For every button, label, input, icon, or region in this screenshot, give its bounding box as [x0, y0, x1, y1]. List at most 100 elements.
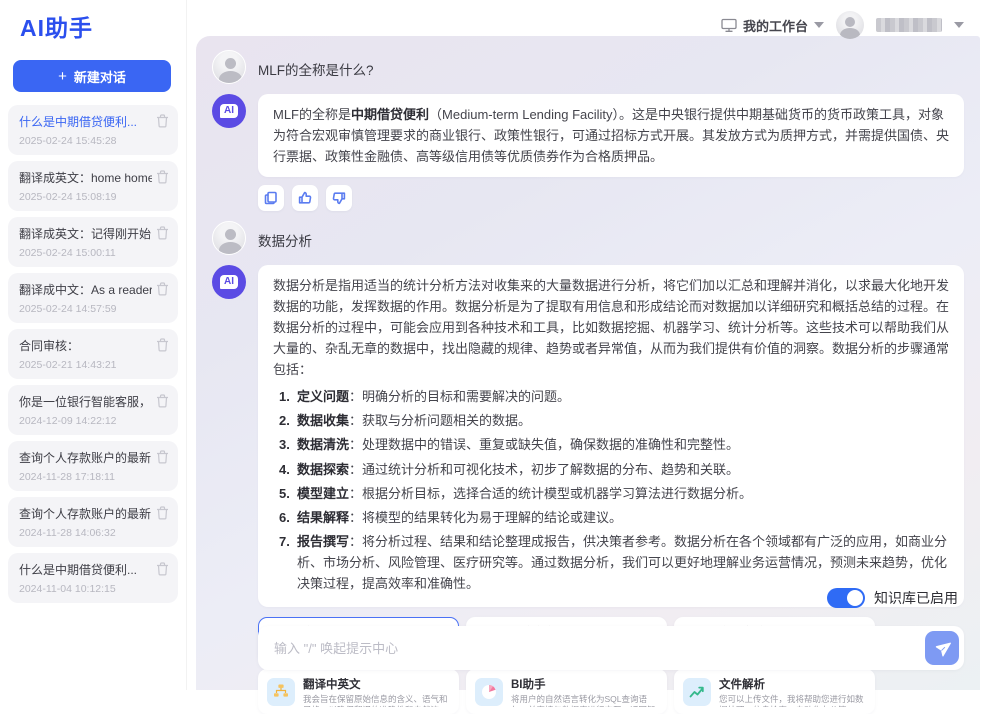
step-colon: ：	[349, 437, 362, 452]
step-label: 模型建立	[297, 486, 349, 501]
trash-icon[interactable]	[156, 394, 169, 408]
trash-icon[interactable]	[156, 114, 169, 128]
conversation-title: 你是一位银行智能客服，...	[19, 393, 152, 410]
conversation-item[interactable]: 翻译成中文：As a reader... 2025-02-24 14:57:59	[8, 273, 178, 323]
plus-icon: +	[58, 68, 67, 85]
conversation-time: 2024-12-09 14:22:12	[19, 415, 152, 427]
conversation-time: 2025-02-24 15:45:28	[19, 135, 152, 147]
analysis-step: 数据探索：通过统计分析和可视化技术，初步了解数据的分布、趋势和关联。	[279, 459, 949, 480]
step-text: 获取与分析问题相关的数据。	[362, 413, 531, 428]
conversation-item[interactable]: 查询个人存款账户的最新... 2024-11-28 17:18:11	[8, 441, 178, 491]
trash-icon[interactable]	[156, 170, 169, 184]
step-colon: ：	[349, 389, 362, 404]
trash-icon[interactable]	[156, 450, 169, 464]
card-desc: 将用户的自然语言转化为SQL查询语句，并直接与数据库进行交互，返回智能推荐的图表…	[511, 694, 658, 707]
message-input[interactable]	[274, 641, 925, 656]
conversation-item[interactable]: 什么是中期借贷便利... 2025-02-24 15:45:28	[8, 105, 178, 155]
ai-message: AI 数据分析是指用适当的统计分析方法对收集来的大量数据进行分析，将它们加以汇总…	[212, 265, 964, 607]
trash-icon[interactable]	[156, 282, 169, 296]
chevron-down-icon[interactable]	[954, 22, 964, 28]
ai-message-bubble: 数据分析是指用适当的统计分析方法对收集来的大量数据进行分析，将它们加以汇总和理解…	[258, 265, 964, 607]
card-title: 翻译中英文	[303, 676, 450, 692]
conversation-time: 2024-11-28 14:06:32	[19, 527, 152, 539]
trash-icon[interactable]	[156, 338, 169, 352]
step-colon: ：	[349, 462, 362, 477]
analysis-step: 报告撰写：将分析过程、结果和结论整理成报告，供决策者参考。数据分析在各个领域都有…	[279, 531, 949, 594]
user-message-text: MLF的全称是什么?	[258, 50, 374, 79]
ai-avatar: AI	[212, 265, 246, 299]
composer	[258, 626, 964, 670]
new-chat-button[interactable]: + 新建对话	[13, 60, 171, 92]
trash-icon[interactable]	[156, 562, 169, 576]
chat-panel: MLF的全称是什么? AI MLF的全称是中期借贷便利（Medium-term …	[196, 36, 980, 690]
header: 我的工作台	[721, 11, 964, 39]
user-message: 数据分析	[212, 221, 964, 255]
card-title: 文件解析	[719, 676, 866, 692]
conversation-time: 2025-02-24 14:57:59	[19, 303, 152, 315]
step-label: 数据收集	[297, 413, 349, 428]
app-logo: AI助手	[20, 9, 93, 43]
send-button[interactable]	[925, 631, 959, 665]
analysis-step: 结果解释：将模型的结果转化为易于理解的结论或建议。	[279, 507, 949, 528]
step-colon: ：	[349, 413, 362, 428]
translate-tree-icon	[267, 678, 295, 706]
conversation-list: 什么是中期借贷便利... 2025-02-24 15:45:28 翻译成英文：h…	[8, 105, 178, 609]
conversation-item[interactable]: 翻译成英文：home home 2025-02-24 15:08:19	[8, 161, 178, 211]
step-label: 结果解释	[297, 510, 349, 525]
analysis-step: 数据收集：获取与分析问题相关的数据。	[279, 410, 949, 431]
knowledge-base-control: 知识库已启用	[827, 588, 958, 608]
card-translate[interactable]: 翻译中英文 我会旨在保留原始信息的含义、语气和风格，以确保翻译的准确性和自然流畅…	[258, 669, 459, 714]
copy-button[interactable]	[258, 185, 284, 211]
conversation-item[interactable]: 查询个人存款账户的最新... 2024-11-28 14:06:32	[8, 497, 178, 547]
user-avatar[interactable]	[836, 11, 864, 39]
ai-text-bold: 中期借贷便利	[351, 107, 429, 122]
user-message: MLF的全称是什么?	[212, 50, 964, 84]
analysis-step: 定义问题：明确分析的目标和需要解决的问题。	[279, 386, 949, 407]
trash-icon[interactable]	[156, 226, 169, 240]
step-label: 定义问题	[297, 389, 349, 404]
workspace-menu[interactable]: 我的工作台	[721, 16, 824, 35]
card-desc: 我会旨在保留原始信息的含义、语气和风格，以确保翻译的准确性和自然流畅。	[303, 694, 450, 707]
conversation-item[interactable]: 合同审核： 2025-02-21 14:43:21	[8, 329, 178, 379]
step-text: 明确分析的目标和需要解决的问题。	[362, 389, 570, 404]
trash-icon[interactable]	[156, 506, 169, 520]
pie-chart-icon	[475, 678, 503, 706]
conversation-time: 2025-02-24 15:00:11	[19, 247, 152, 259]
ai-avatar: AI	[212, 94, 246, 128]
card-file-parse[interactable]: 文件解析 您可以上传文件，我将帮助您进行如数据处理、信息检索、自动化办公等。	[674, 669, 875, 714]
conversation-title: 查询个人存款账户的最新...	[19, 449, 152, 466]
user-message-avatar	[212, 50, 246, 84]
conversation-item[interactable]: 你是一位银行智能客服，... 2024-12-09 14:22:12	[8, 385, 178, 435]
ai-message-bubble: MLF的全称是中期借贷便利（Medium-term Lending Facili…	[258, 94, 964, 177]
step-text: 将模型的结果转化为易于理解的结论或建议。	[362, 510, 622, 525]
conversation-item[interactable]: 什么是中期借贷便利... 2024-11-04 10:12:15	[8, 553, 178, 603]
monitor-icon	[721, 18, 737, 33]
ai-badge: AI	[220, 104, 238, 118]
analysis-step: 模型建立：根据分析目标，选择合适的统计模型或机器学习算法进行数据分析。	[279, 483, 949, 504]
sidebar: AI助手 + 新建对话 什么是中期借贷便利... 2025-02-24 15:4…	[0, 0, 186, 690]
card-desc: 您可以上传文件，我将帮助您进行如数据处理、信息检索、自动化办公等。	[719, 694, 866, 707]
conversation-time: 2024-11-04 10:12:15	[19, 583, 152, 595]
paper-plane-icon	[934, 640, 951, 657]
conversation-time: 2024-11-28 17:18:11	[19, 471, 152, 483]
card-bi-assistant[interactable]: BI助手 将用户的自然语言转化为SQL查询语句，并直接与数据库进行交互，返回智能…	[466, 669, 667, 714]
thumbs-up-button[interactable]	[292, 185, 318, 211]
thumbs-down-button[interactable]	[326, 185, 352, 211]
trend-up-icon	[683, 678, 711, 706]
step-label: 数据清洗	[297, 437, 349, 452]
conversation-time: 2025-02-24 15:08:19	[19, 191, 152, 203]
toggle-knob	[847, 590, 863, 606]
knowledge-toggle[interactable]	[827, 588, 865, 608]
conversation-item[interactable]: 翻译成英文：记得刚开始... 2025-02-24 15:00:11	[8, 217, 178, 267]
conversation-title: 什么是中期借贷便利...	[19, 561, 152, 578]
step-colon: ：	[349, 486, 362, 501]
ai-text: 数据分析是指用适当的统计分析方法对收集来的大量数据进行分析，将它们加以汇总和理解…	[273, 278, 949, 377]
ai-message: AI MLF的全称是中期借贷便利（Medium-term Lending Fac…	[212, 94, 964, 177]
knowledge-label: 知识库已启用	[874, 588, 958, 608]
conversation-title: 什么是中期借贷便利...	[19, 113, 152, 130]
user-name-redacted[interactable]	[876, 18, 942, 32]
ai-text: MLF的全称是	[273, 107, 351, 122]
analysis-step: 数据清洗：处理数据中的错误、重复或缺失值，确保数据的准确性和完整性。	[279, 434, 949, 455]
step-text: 处理数据中的错误、重复或缺失值，确保数据的准确性和完整性。	[362, 437, 739, 452]
new-chat-label: 新建对话	[74, 67, 126, 86]
